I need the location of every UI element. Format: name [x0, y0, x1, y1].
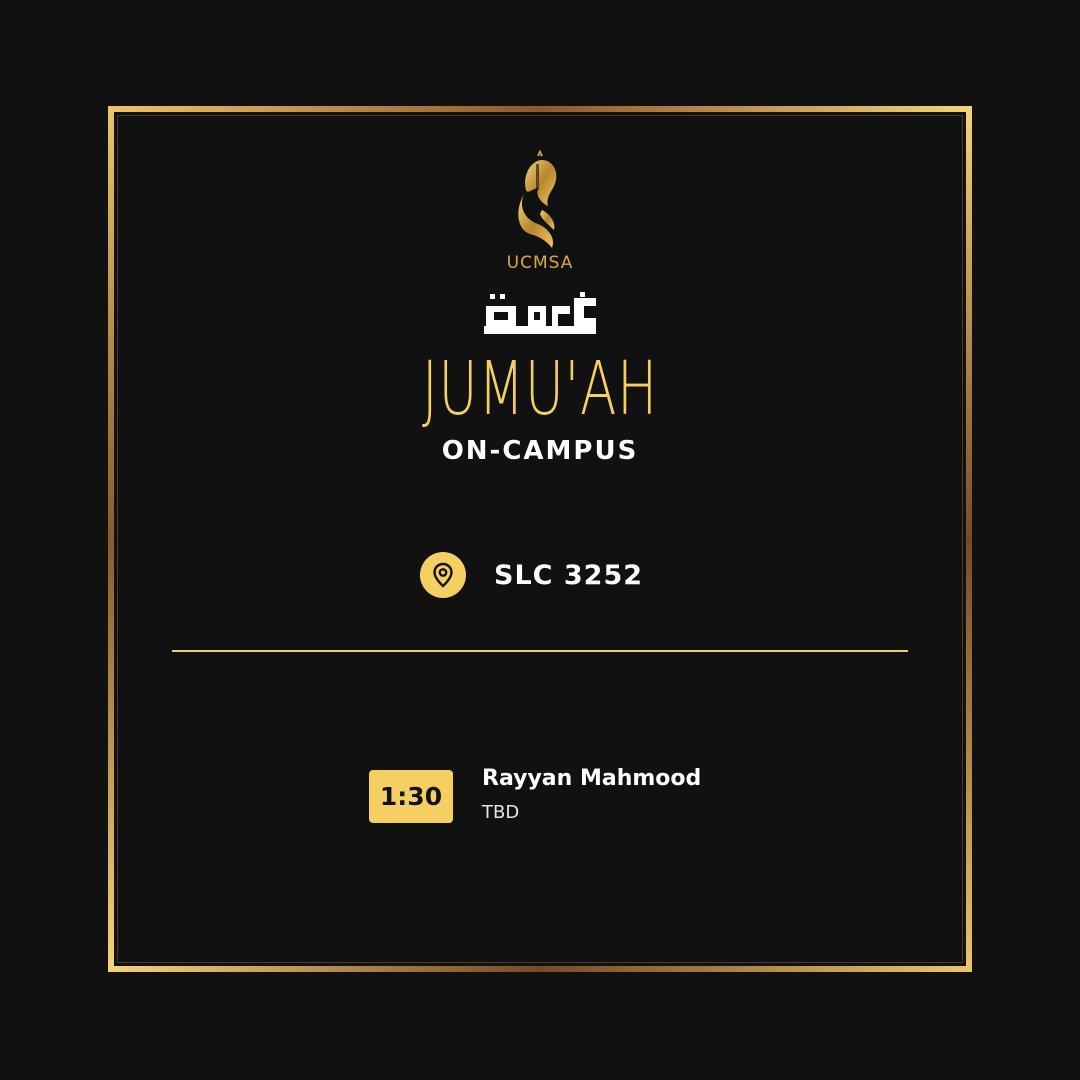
event-subtitle: ON-CAMPUS [441, 436, 639, 466]
speaker-topic: TBD [482, 802, 520, 823]
arabic-calligraphy-jumuah [482, 292, 598, 338]
location-row: SLC 3252 [420, 552, 643, 598]
speaker-name: Rayyan Mahmood [482, 766, 702, 791]
divider [172, 650, 908, 652]
logo-text: UCMSA [507, 253, 574, 273]
location-text: SLC 3252 [494, 559, 644, 591]
time-badge: 1:30 [369, 770, 453, 823]
event-title: JUMU'AH [422, 346, 658, 432]
ucmsa-logo: UCMSA [496, 149, 584, 274]
arabic-calligraphy-jumuah-icon [484, 292, 596, 334]
map-pin-icon [420, 552, 466, 598]
ucsa-emblem-icon: UCMSA [507, 149, 574, 273]
